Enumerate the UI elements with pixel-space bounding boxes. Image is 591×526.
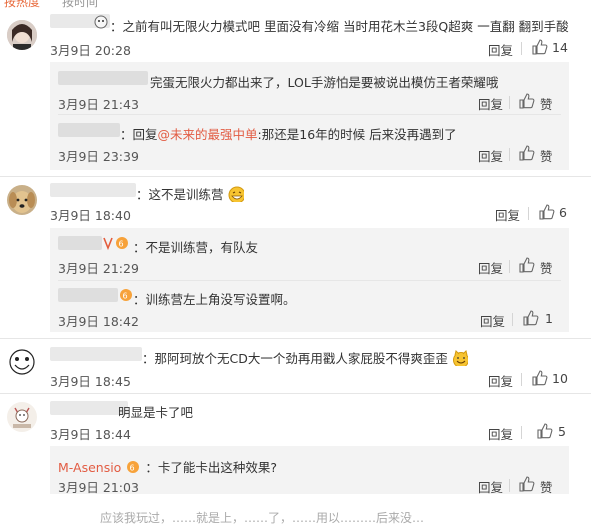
username-blurred[interactable] xyxy=(50,347,142,361)
like-label: 赞 xyxy=(540,480,553,495)
like-button[interactable] xyxy=(539,204,555,224)
reply-time: 3月9日 18:42 xyxy=(58,314,139,329)
comment-divider xyxy=(0,338,591,339)
like-count: 5 xyxy=(558,424,566,439)
thumbs-up-icon xyxy=(519,476,535,492)
divider xyxy=(528,207,529,220)
cat-emoji-icons xyxy=(452,350,468,366)
divider xyxy=(512,313,513,326)
emoji-icon xyxy=(94,13,110,32)
divider xyxy=(509,479,510,492)
reply-text: 完蛋无限火力都出来了，LOL手游怕是要被说出模仿王者荣耀哦 xyxy=(150,75,499,90)
comment-text: ：那阿珂放个无CD大一个劲再用戳人家屁股不得爽歪歪 xyxy=(142,348,468,367)
badge-icon: 6 xyxy=(118,287,134,307)
reply-divider xyxy=(58,280,561,281)
like-count: 10 xyxy=(552,371,568,386)
sort-by-hot-tab[interactable]: 按热度 xyxy=(4,0,40,8)
badge-icons: 6 xyxy=(127,461,140,473)
comment-divider xyxy=(0,393,591,394)
divider xyxy=(521,426,522,439)
like-label: 赞 xyxy=(540,149,553,164)
badge-icons: 6 xyxy=(102,235,132,255)
reply-button[interactable]: 回复 xyxy=(478,94,503,113)
like-button[interactable] xyxy=(519,93,535,113)
reply-button[interactable]: 回复 xyxy=(488,40,513,59)
divider xyxy=(521,373,522,386)
comment-time: 3月9日 18:45 xyxy=(50,374,131,389)
avatar-image xyxy=(7,20,37,50)
reply-button[interactable]: 回复 xyxy=(488,371,513,390)
avatar-image xyxy=(7,347,37,377)
like-label: 赞 xyxy=(540,261,553,276)
grin-emoji-icon xyxy=(228,186,244,202)
mention-link[interactable]: @未来的最强中单 xyxy=(158,127,258,142)
reply-button[interactable]: 回复 xyxy=(488,424,513,443)
like-button[interactable] xyxy=(532,39,548,59)
sort-by-time-tab[interactable]: 按时间 xyxy=(62,0,98,8)
reply-text: M-Asensio 6 ：卡了能卡出这种效果? xyxy=(58,460,277,475)
like-button[interactable] xyxy=(519,145,535,165)
avatar-image xyxy=(7,185,37,215)
reply-time: 3月9日 21:29 xyxy=(58,261,139,276)
reply-button[interactable]: 回复 xyxy=(495,205,520,224)
cut-off-comment-text: 应该我玩过，……就是上，……了，……用以………后来没… xyxy=(100,511,425,525)
like-button[interactable] xyxy=(537,423,553,443)
reply-button[interactable]: 回复 xyxy=(478,258,503,277)
avatar-image xyxy=(7,402,37,432)
reply-text: ：训练营左上角没写设置啊。 xyxy=(133,292,296,307)
thumbs-up-icon xyxy=(537,423,553,439)
reply-button[interactable]: 回复 xyxy=(478,477,503,496)
like-count: 6 xyxy=(559,205,567,220)
thumbs-up-icon xyxy=(539,204,555,220)
svg-text:6: 6 xyxy=(130,464,135,473)
reply-button[interactable]: 回复 xyxy=(478,146,503,165)
like-label: 赞 xyxy=(540,97,553,112)
svg-text:6: 6 xyxy=(123,292,128,301)
like-count: 14 xyxy=(552,40,568,55)
reply-text: ：回复@未来的最强中单:那还是16年的时候 后来没再遇到了 xyxy=(120,127,457,142)
like-button[interactable] xyxy=(519,476,535,496)
reply-button[interactable]: 回复 xyxy=(480,311,505,330)
username-blurred[interactable] xyxy=(58,288,118,302)
like-button[interactable] xyxy=(519,257,535,277)
comment-text: 明显是卡了吧 xyxy=(118,405,194,420)
reply-divider xyxy=(58,114,561,115)
username-blurred[interactable] xyxy=(58,71,148,85)
reply-time: 3月9日 23:39 xyxy=(58,149,139,164)
comment-time: 3月9日 18:44 xyxy=(50,427,131,442)
divider xyxy=(509,260,510,273)
thumbs-up-icon xyxy=(532,39,548,55)
reply-time: 3月9日 21:03 xyxy=(58,480,139,495)
username-blurred[interactable] xyxy=(58,236,102,250)
thumbs-up-icon xyxy=(519,93,535,109)
reply-time: 3月9日 21:43 xyxy=(58,97,139,112)
divider xyxy=(509,96,510,109)
username-link[interactable]: M-Asensio xyxy=(58,460,121,475)
like-count: 1 xyxy=(545,311,553,326)
svg-text:6: 6 xyxy=(119,240,124,249)
reply-text: ：不是训练营，有队友 xyxy=(133,240,259,255)
comment-text: ：之前有叫无限火力模式吧 里面没有冷缩 当时用花木兰3段Q超爽 一直翻 翻到手酸 xyxy=(110,19,569,34)
divider xyxy=(509,148,510,161)
avatar[interactable] xyxy=(7,402,37,432)
avatar[interactable] xyxy=(7,347,37,377)
sort-tabs: 按热度 按时间 xyxy=(0,0,591,8)
comment-divider xyxy=(0,176,591,177)
thumbs-up-icon xyxy=(519,145,535,161)
comment-time: 3月9日 20:28 xyxy=(50,43,131,58)
username-blurred[interactable] xyxy=(50,401,128,415)
username-blurred[interactable] xyxy=(58,123,120,137)
avatar[interactable] xyxy=(7,20,37,50)
avatar[interactable] xyxy=(7,185,37,215)
like-button[interactable] xyxy=(532,370,548,390)
username-blurred[interactable] xyxy=(50,183,136,197)
divider xyxy=(521,42,522,55)
thumbs-up-icon xyxy=(532,370,548,386)
thumbs-up-icon xyxy=(523,310,539,326)
like-button[interactable] xyxy=(523,310,539,330)
comment-time: 3月9日 18:40 xyxy=(50,208,131,223)
comment-text: ：这不是训练营 xyxy=(136,184,244,203)
thumbs-up-icon xyxy=(519,257,535,273)
